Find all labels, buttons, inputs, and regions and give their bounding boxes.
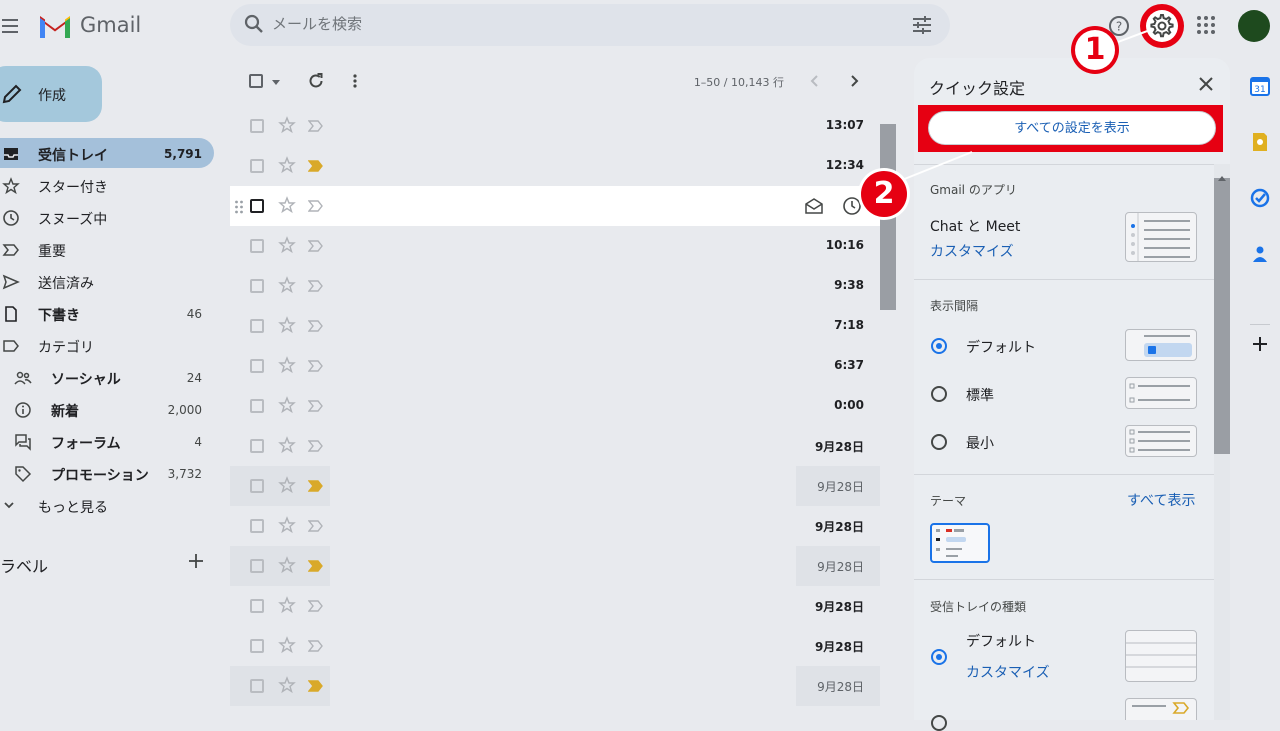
step-2-number: 2: [861, 171, 907, 217]
annotation-connector-lines: [901, 29, 1151, 181]
step-1-number: 1: [1075, 30, 1115, 70]
